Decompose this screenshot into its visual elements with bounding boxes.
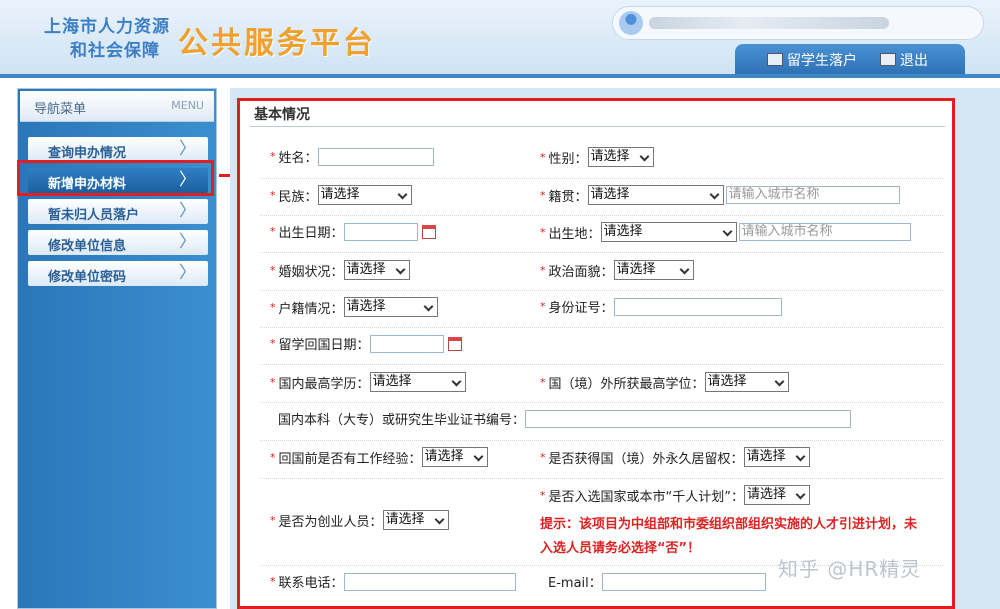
- idcard-field-group: * 身份证号：: [540, 297, 782, 316]
- required-star-icon: *: [540, 450, 546, 464]
- row-divider: [260, 402, 943, 404]
- platform-title: 公共服务平台: [178, 26, 376, 61]
- required-star-icon: *: [270, 188, 276, 202]
- gender-field-group: * 性别： 请选择: [540, 147, 654, 167]
- household-select[interactable]: 请选择: [343, 297, 438, 317]
- phone-field-group: * 联系电话：: [270, 572, 516, 591]
- calendar-icon[interactable]: [421, 224, 436, 239]
- required-star-icon: *: [270, 150, 276, 163]
- birthplace-field-group: * 出生地： 请选择 请输入城市名称: [540, 222, 911, 242]
- name-field-group: * 姓名：: [270, 147, 434, 166]
- required-star-icon: *: [270, 337, 276, 350]
- thousand-talents-field-group: * 是否入选国家或本市“千人计划”： 请选择: [540, 485, 810, 505]
- row-divider: [260, 178, 943, 180]
- household-field-group: * 户籍情况： 请选择: [270, 297, 438, 317]
- native-place-field-group: * 籍贯： 请选择 请输入城市名称: [540, 185, 900, 205]
- ethnicity-select[interactable]: 请选择: [317, 185, 412, 205]
- row-divider: [260, 440, 943, 442]
- required-star-icon: *: [540, 188, 546, 202]
- name-input[interactable]: [317, 147, 434, 166]
- required-star-icon: *: [540, 488, 546, 502]
- required-star-icon: *: [540, 225, 546, 239]
- user-avatar-icon: [619, 11, 643, 35]
- required-star-icon: *: [270, 300, 276, 314]
- residence-select[interactable]: 请选择: [743, 447, 810, 467]
- menu-header: 导航菜单 MENU: [20, 91, 214, 122]
- site-header: 上海市人力资源 和社会保障 公共服务平台 留学生落户 退出: [0, 0, 1000, 78]
- entrepreneur-select[interactable]: 请选择: [382, 510, 449, 530]
- email-field-group: E-mail：: [548, 572, 766, 591]
- native-city-input[interactable]: 请输入城市名称: [725, 186, 900, 204]
- exit-icon: [880, 53, 896, 66]
- top-nav-tab: 留学生落户 退出: [735, 44, 965, 74]
- required-star-icon: *: [270, 450, 276, 464]
- section-divider: [250, 126, 945, 127]
- work-exp-select[interactable]: 请选择: [421, 447, 488, 467]
- foreign-degree-field-group: * 国（境）外所获最高学位： 请选择: [540, 372, 789, 392]
- menu-title: 导航菜单: [34, 102, 87, 117]
- chevron-right-icon: 〉: [179, 263, 196, 283]
- sidebar-item-edit-unit-password[interactable]: 修改单位密码〉: [28, 261, 208, 286]
- political-select[interactable]: 请选择: [613, 260, 694, 280]
- user-name-redacted: [649, 17, 889, 29]
- birthdate-input[interactable]: [343, 222, 418, 241]
- entrepreneur-field-group: * 是否为创业人员： 请选择: [270, 510, 449, 530]
- political-field-group: * 政治面貌： 请选择: [540, 260, 694, 280]
- user-info-box: [612, 6, 984, 40]
- annotation-highlight-box: [17, 160, 214, 196]
- email-input[interactable]: [601, 572, 766, 591]
- marital-field-group: * 婚姻状况： 请选择: [270, 260, 410, 280]
- calendar-icon[interactable]: [447, 336, 462, 351]
- return-date-field-group: * 留学回国日期：: [270, 334, 462, 353]
- return-date-input[interactable]: [369, 334, 444, 353]
- certificate-number-input[interactable]: [525, 409, 852, 428]
- required-star-icon: *: [540, 150, 546, 164]
- required-star-icon: *: [540, 300, 546, 313]
- residence-field-group: * 是否获得国（境）外永久居留权： 请选择: [540, 447, 810, 467]
- logo-text-line2: 和社会保障: [70, 41, 160, 61]
- row-divider: [260, 290, 943, 292]
- required-star-icon: *: [540, 263, 546, 277]
- row-divider: [260, 327, 943, 329]
- document-icon: [767, 53, 783, 66]
- logout-button[interactable]: 退出: [880, 50, 928, 70]
- section-title: 基本情况: [254, 107, 310, 123]
- watermark: 知乎 @HR精灵: [778, 557, 922, 581]
- domestic-edu-field-group: * 国内最高学历： 请选择: [270, 372, 466, 392]
- row-divider: [260, 252, 943, 254]
- birthplace-province-select[interactable]: 请选择: [600, 222, 737, 242]
- chevron-right-icon: 〉: [179, 232, 196, 252]
- ethnicity-field-group: * 民族： 请选择: [270, 185, 412, 205]
- foreign-degree-select[interactable]: 请选择: [704, 372, 789, 392]
- birthplace-city-input[interactable]: 请输入城市名称: [738, 223, 911, 241]
- marital-select[interactable]: 请选择: [343, 260, 410, 280]
- row-divider: [260, 478, 943, 480]
- required-star-icon: *: [270, 263, 276, 277]
- thousand-talents-select[interactable]: 请选择: [743, 485, 810, 505]
- certificate-field-group: 国内本科（大专）或研究生毕业证书编号：: [278, 409, 852, 428]
- row-divider: [260, 215, 943, 217]
- sidebar-item-settlement[interactable]: 暂未归人员落户〉: [28, 199, 208, 224]
- chevron-right-icon: 〉: [179, 139, 196, 159]
- idcard-input[interactable]: [613, 297, 782, 316]
- sidebar-item-edit-unit-info[interactable]: 修改单位信息〉: [28, 230, 208, 255]
- required-star-icon: *: [270, 225, 276, 238]
- chevron-right-icon: 〉: [179, 201, 196, 221]
- required-star-icon: *: [270, 375, 276, 389]
- tab-overseas-settlement[interactable]: 留学生落户: [767, 50, 857, 70]
- domestic-edu-select[interactable]: 请选择: [369, 372, 466, 392]
- required-star-icon: *: [540, 375, 546, 389]
- menu-title-en: MENU: [171, 99, 204, 112]
- required-star-icon: *: [270, 513, 276, 527]
- gender-select[interactable]: 请选择: [587, 147, 654, 167]
- native-province-select[interactable]: 请选择: [587, 185, 724, 205]
- sidebar-item-query[interactable]: 查询申办情况〉: [28, 137, 208, 162]
- phone-input[interactable]: [343, 572, 516, 591]
- required-star-icon: *: [270, 575, 276, 588]
- birthdate-field-group: * 出生日期：: [270, 222, 436, 241]
- row-divider: [260, 364, 943, 366]
- work-exp-field-group: * 回国前是否有工作经验： 请选择: [270, 447, 488, 467]
- logo-text-line1: 上海市人力资源: [44, 17, 170, 37]
